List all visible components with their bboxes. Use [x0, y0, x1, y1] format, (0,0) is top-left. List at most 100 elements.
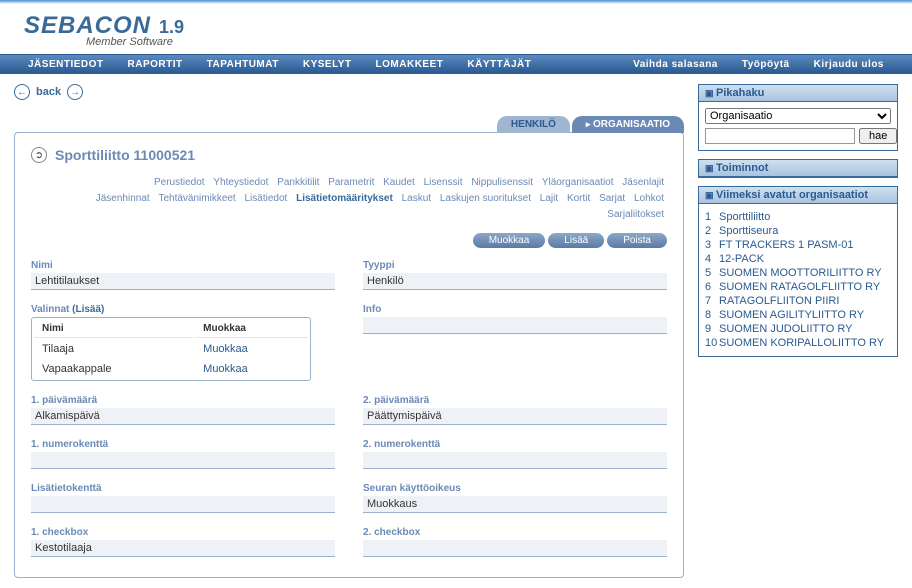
- subnav-parametrit[interactable]: Parametrit: [328, 177, 374, 188]
- header: SEBACON 1.9 Member Software: [0, 4, 912, 54]
- nav-left: JÄSENTIEDOT RAPORTIT TAPAHTUMAT KYSELYT …: [16, 59, 543, 70]
- value-lisa: [31, 496, 335, 513]
- label-nimi: Nimi: [31, 260, 335, 271]
- main-nav: JÄSENTIEDOT RAPORTIT TAPAHTUMAT KYSELYT …: [0, 54, 912, 74]
- nav-change-password[interactable]: Vaihda salasana: [621, 59, 730, 70]
- valinnat-row-edit-link[interactable]: Muokkaa: [195, 360, 308, 378]
- subnav-lisatietomaaritykset[interactable]: Lisätietomääritykset: [296, 193, 393, 204]
- label-num1: 1. numerokenttä: [31, 439, 335, 450]
- nav-logout[interactable]: Kirjaudu ulos: [802, 59, 896, 70]
- nav-raportit[interactable]: RAPORTIT: [116, 59, 195, 70]
- valinnat-row: Vapaakappale Muokkaa: [34, 360, 308, 378]
- subnav-pankkitilit[interactable]: Pankkitilit: [277, 177, 319, 188]
- edit-button[interactable]: Muokkaa: [473, 233, 546, 248]
- panel-viimeksi: Viimeksi avatut organisaatiot 1Sporttili…: [698, 186, 898, 357]
- subnav-laskujen-suoritukset[interactable]: Laskujen suoritukset: [440, 193, 531, 204]
- label-cb2: 2. checkbox: [363, 527, 667, 538]
- value-cb2: [363, 540, 667, 557]
- valinnat-add-link[interactable]: (Lisää): [72, 304, 104, 315]
- page-title: Sporttiliitto 11000521: [55, 147, 195, 163]
- nav-lomakkeet[interactable]: LOMAKKEET: [364, 59, 456, 70]
- subnav-jasenlajit[interactable]: Jäsenlajit: [622, 177, 664, 188]
- nav-tapahtumat[interactable]: TAPAHTUMAT: [195, 59, 291, 70]
- recent-item[interactable]: 1Sporttiliitto: [705, 210, 891, 224]
- panel-viimeksi-title: Viimeksi avatut organisaatiot: [699, 187, 897, 204]
- back-arrow-right-icon[interactable]: →: [67, 84, 83, 100]
- recent-item[interactable]: 3FT TRACKERS 1 PASM-01: [705, 238, 891, 252]
- label-num2: 2. numerokenttä: [363, 439, 667, 450]
- tab-henkilo[interactable]: HENKILÖ: [497, 116, 570, 133]
- subnav-tehtavanimikkeet[interactable]: Tehtävänimikkeet: [158, 193, 235, 204]
- page-title-icon: ➲: [31, 147, 47, 163]
- subnav-sarjaliitokset[interactable]: Sarjaliitokset: [607, 209, 664, 220]
- subnav-sarjat[interactable]: Sarjat: [599, 193, 625, 204]
- subnav-nippulisenssit[interactable]: Nippulisenssit: [471, 177, 533, 188]
- back-bar: ← back →: [14, 84, 684, 100]
- nav-kyselyt[interactable]: KYSELYT: [291, 59, 364, 70]
- nav-jasentiedot[interactable]: JÄSENTIEDOT: [16, 59, 116, 70]
- value-num1: [31, 452, 335, 469]
- action-bar: Muokkaa Lisää Poista: [31, 233, 667, 248]
- recent-item[interactable]: 2Sporttiseura: [705, 224, 891, 238]
- back-label[interactable]: back: [36, 86, 61, 98]
- subnav-lisenssit[interactable]: Lisenssit: [424, 177, 463, 188]
- recent-item[interactable]: 8SUOMEN AGILITYLIITTO RY: [705, 308, 891, 322]
- valinnat-row-edit-link[interactable]: Muokkaa: [195, 340, 308, 358]
- subnav: Perustiedot Yhteystiedot Pankkitilit Par…: [31, 175, 667, 223]
- label-pvm2: 2. päivämäärä: [363, 395, 667, 406]
- panel-pikahaku-title: Pikahaku: [699, 85, 897, 102]
- tabs: HENKILÖ ORGANISAATIO: [14, 116, 684, 133]
- app-version: 1.9: [159, 17, 184, 38]
- value-tyyppi: Henkilö: [363, 273, 667, 290]
- tab-organisaatio[interactable]: ORGANISAATIO: [572, 116, 684, 133]
- subnav-yhteystiedot[interactable]: Yhteystiedot: [213, 177, 268, 188]
- valinnat-row-name: Tilaaja: [34, 340, 193, 358]
- valinnat-table: Nimi Muokkaa Tilaaja Muokkaa Vapaakappal…: [31, 317, 311, 381]
- value-pvm2: Päättymispäivä: [363, 408, 667, 425]
- panel-toiminnot-title: Toiminnot: [699, 160, 897, 177]
- recent-item[interactable]: 6SUOMEN RATAGOLFLIITTO RY: [705, 280, 891, 294]
- pikahaku-type-select[interactable]: Organisaatio: [705, 108, 891, 124]
- form-grid: Nimi Lehtitilaukset Tyyppi Henkilö Valin…: [31, 260, 667, 557]
- nav-kayttajat[interactable]: KÄYTTÄJÄT: [455, 59, 543, 70]
- subnav-jasenhinnat[interactable]: Jäsenhinnat: [96, 193, 150, 204]
- panel-pikahaku: Pikahaku Organisaatio: [698, 84, 898, 151]
- back-arrow-left-icon[interactable]: ←: [14, 84, 30, 100]
- recent-item[interactable]: 5SUOMEN MOOTTORILIITTO RY: [705, 266, 891, 280]
- subnav-kortit[interactable]: Kortit: [567, 193, 590, 204]
- subnav-lisatiedot[interactable]: Lisätiedot: [245, 193, 288, 204]
- value-seura: Muokkaus: [363, 496, 667, 513]
- label-pvm1: 1. päivämäärä: [31, 395, 335, 406]
- label-seura: Seuran käyttöoikeus: [363, 483, 667, 494]
- value-nimi: Lehtitilaukset: [31, 273, 335, 290]
- recent-item[interactable]: 10SUOMEN KORIPALLOLIITTO RY: [705, 336, 891, 350]
- label-info: Info: [363, 304, 667, 315]
- value-info: [363, 317, 667, 334]
- recent-item[interactable]: 412-PACK: [705, 252, 891, 266]
- nav-right: Vaihda salasana Työpöytä Kirjaudu ulos: [621, 59, 896, 70]
- recent-item[interactable]: 9SUOMEN JUDOLIITTO RY: [705, 322, 891, 336]
- value-num2: [363, 452, 667, 469]
- add-button[interactable]: Lisää: [548, 233, 604, 248]
- label-lisa: Lisätietokenttä: [31, 483, 335, 494]
- pikahaku-input[interactable]: [705, 128, 855, 144]
- label-cb1: 1. checkbox: [31, 527, 335, 538]
- panel-toiminnot: Toiminnot: [698, 159, 898, 178]
- valinnat-col-muokkaa: Muokkaa: [195, 320, 308, 338]
- subnav-laskut[interactable]: Laskut: [402, 193, 431, 204]
- label-tyyppi: Tyyppi: [363, 260, 667, 271]
- label-valinnat: Valinnat (Lisää): [31, 304, 335, 315]
- nav-desktop[interactable]: Työpöytä: [730, 59, 802, 70]
- pikahaku-search-button[interactable]: [859, 128, 897, 144]
- content-box: ➲ Sporttiliitto 11000521 Perustiedot Yht…: [14, 132, 684, 578]
- subnav-perustiedot[interactable]: Perustiedot: [154, 177, 205, 188]
- valinnat-row: Tilaaja Muokkaa: [34, 340, 308, 358]
- recent-item[interactable]: 7RATAGOLFLIITON PIIRI: [705, 294, 891, 308]
- delete-button[interactable]: Poista: [607, 233, 667, 248]
- subnav-ylaorganisaatiot[interactable]: Yläorganisaatiot: [542, 177, 614, 188]
- subnav-kaudet[interactable]: Kaudet: [383, 177, 415, 188]
- app-subtitle: Member Software: [86, 36, 888, 48]
- subnav-lajit[interactable]: Lajit: [540, 193, 558, 204]
- value-cb1: Kestotilaaja: [31, 540, 335, 557]
- subnav-lohkot[interactable]: Lohkot: [634, 193, 664, 204]
